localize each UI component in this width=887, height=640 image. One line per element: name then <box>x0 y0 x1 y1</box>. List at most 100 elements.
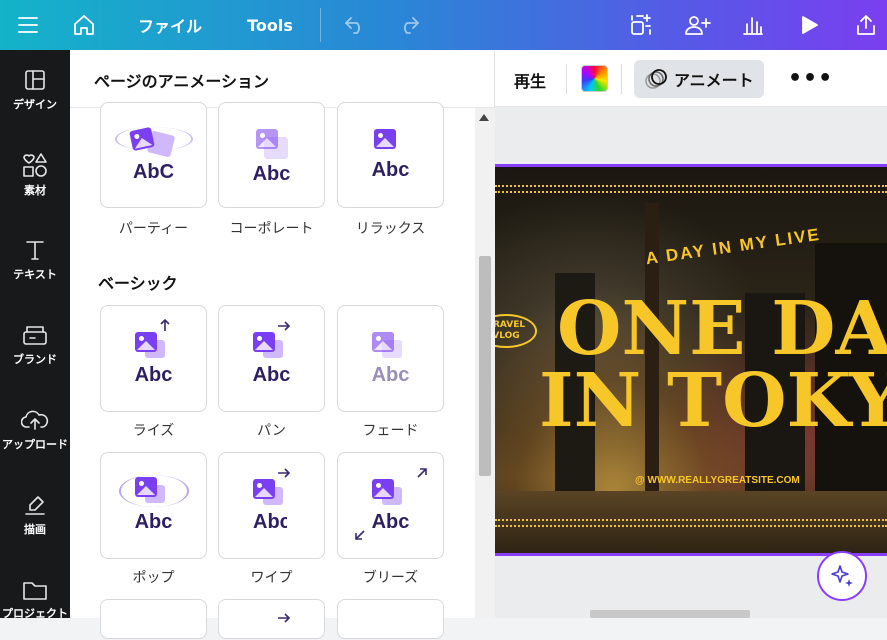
animate-circles-icon <box>645 69 667 89</box>
scroll-thumb[interactable] <box>479 256 491 476</box>
sidebar-item-text[interactable]: テキスト <box>0 220 70 300</box>
card-preview-text: Abc <box>371 511 410 533</box>
upload-icon <box>21 410 49 430</box>
animation-card-wipe[interactable]: Abc <box>218 452 325 559</box>
redo-icon[interactable] <box>392 0 426 50</box>
sidebar-item-elements[interactable]: 素材 <box>0 135 70 215</box>
animation-card-party[interactable]: AbC <box>100 102 207 208</box>
animation-label: ワイプ <box>250 570 293 586</box>
image-icon <box>372 479 394 499</box>
animate-button[interactable]: アニメート <box>634 60 764 98</box>
image-icon <box>253 332 275 352</box>
badge-line-2: VLOG <box>495 331 520 341</box>
badge-line-1: TRAVEL <box>495 320 526 330</box>
sidebar-item-projects[interactable]: プロジェクト <box>0 560 70 640</box>
animation-card-fade[interactable]: Abc <box>337 305 444 412</box>
animation-card[interactable] <box>337 599 444 639</box>
sidebar-item-label: 素材 <box>24 184 46 197</box>
magic-resize-icon[interactable] <box>624 0 658 50</box>
website-text[interactable]: @ WWW.REALLYGREATSITE.COM <box>635 475 800 486</box>
tools-menu[interactable]: Tools <box>238 0 302 50</box>
add-people-icon[interactable] <box>680 0 714 50</box>
sidebar-item-uploads[interactable]: アップロード <box>0 390 70 470</box>
sparkle-icon <box>831 565 853 587</box>
canvas-horizontal-scrollbar[interactable] <box>590 610 750 618</box>
image-icon <box>135 332 157 352</box>
toolbar-divider <box>621 64 622 94</box>
brand-icon <box>23 326 47 345</box>
card-preview-text: Abc <box>252 364 291 386</box>
animation-label: リラックス <box>355 221 426 237</box>
arrow-right-icon <box>278 613 291 623</box>
animation-label: ブリーズ <box>362 570 419 586</box>
left-sidebar: デザイン 素材 テキスト ブランド アップロード 描画 プロジェクト <box>0 50 70 620</box>
toolbar-divider <box>320 8 321 42</box>
sidebar-item-label: ブランド <box>13 353 57 366</box>
animation-label: パーティー <box>118 221 189 237</box>
play-icon[interactable] <box>792 0 826 50</box>
headline-line-2[interactable]: IN TOKYO <box>539 364 887 438</box>
animation-card-relax[interactable]: Abc <box>337 102 444 208</box>
animation-label: ライズ <box>132 423 175 439</box>
animation-card[interactable] <box>218 599 325 639</box>
street-shape <box>495 491 887 553</box>
arrow-right-icon <box>278 468 291 478</box>
folder-icon <box>23 582 47 600</box>
animate-label: アニメート <box>674 71 754 90</box>
card-preview-text: Abc <box>371 364 410 386</box>
arrow-up-right-icon <box>417 468 427 478</box>
design-canvas[interactable]: A DAY IN MY LIVE TRAVELVLOG ONE DAY IN T… <box>495 164 887 556</box>
image-icon <box>253 479 275 499</box>
dotted-line <box>495 525 887 527</box>
play-button[interactable]: 再生 <box>514 68 546 92</box>
card-preview-text: Abc <box>134 511 173 533</box>
animation-card-pop[interactable]: Abc <box>100 452 207 559</box>
dotted-line <box>495 519 887 521</box>
arrow-up-icon <box>160 318 170 331</box>
wipe-clip: Abc <box>253 511 287 535</box>
section-title-basic: ベーシック <box>98 274 178 293</box>
card-preview-text: Abc <box>134 364 173 386</box>
panel-scrollbar[interactable] <box>475 108 495 618</box>
animation-card-rise[interactable]: Abc <box>100 305 207 412</box>
image-icon <box>374 129 396 149</box>
image-icon <box>135 477 157 497</box>
canvas-area: A DAY IN MY LIVE TRAVELVLOG ONE DAY IN T… <box>495 107 887 618</box>
hamburger-icon[interactable] <box>10 0 46 50</box>
elements-icon <box>23 153 47 177</box>
file-menu[interactable]: ファイル <box>128 0 212 50</box>
image-icon <box>372 332 394 352</box>
card-preview-text: AbC <box>132 161 175 183</box>
sidebar-item-label: プロジェクト <box>2 607 68 620</box>
animation-label: フェード <box>362 423 419 439</box>
card-preview-text: Abc <box>253 511 287 533</box>
animation-card-pan[interactable]: Abc <box>218 305 325 412</box>
image-icon <box>256 129 278 149</box>
animation-card-breeze[interactable]: Abc <box>337 452 444 559</box>
sidebar-item-brand[interactable]: ブランド <box>0 305 70 385</box>
headline-line-1[interactable]: ONE DAY <box>557 292 887 366</box>
chart-icon[interactable] <box>736 0 770 50</box>
sidebar-item-draw[interactable]: 描画 <box>0 475 70 555</box>
magic-assistant-button[interactable] <box>817 551 867 601</box>
animation-label: コーポレート <box>229 221 314 237</box>
more-dots-icon[interactable]: ••• <box>788 66 833 91</box>
panel-title: ページのアニメーション <box>94 72 270 91</box>
dotted-line <box>495 191 887 193</box>
scroll-up-arrow-icon[interactable] <box>479 114 489 121</box>
arrow-right-icon <box>278 321 291 331</box>
undo-icon[interactable] <box>338 0 372 50</box>
home-icon[interactable] <box>66 0 102 50</box>
card-preview-text: Abc <box>371 159 410 181</box>
sidebar-item-label: デザイン <box>13 98 57 111</box>
top-toolbar: ファイル Tools <box>0 0 887 50</box>
animation-card-corporate[interactable]: Abc <box>218 102 325 208</box>
color-picker-button[interactable] <box>581 65 608 92</box>
share-upload-icon[interactable] <box>849 0 883 50</box>
animation-label: ポップ <box>132 570 175 586</box>
sidebar-item-design[interactable]: デザイン <box>0 50 70 130</box>
draw-icon <box>25 496 45 515</box>
sidebar-item-label: テキスト <box>13 268 57 281</box>
animation-card[interactable] <box>100 599 207 639</box>
animation-panel: ページのアニメーション AbC パーティー Abc コーポレート Abc リラッ… <box>70 50 495 639</box>
